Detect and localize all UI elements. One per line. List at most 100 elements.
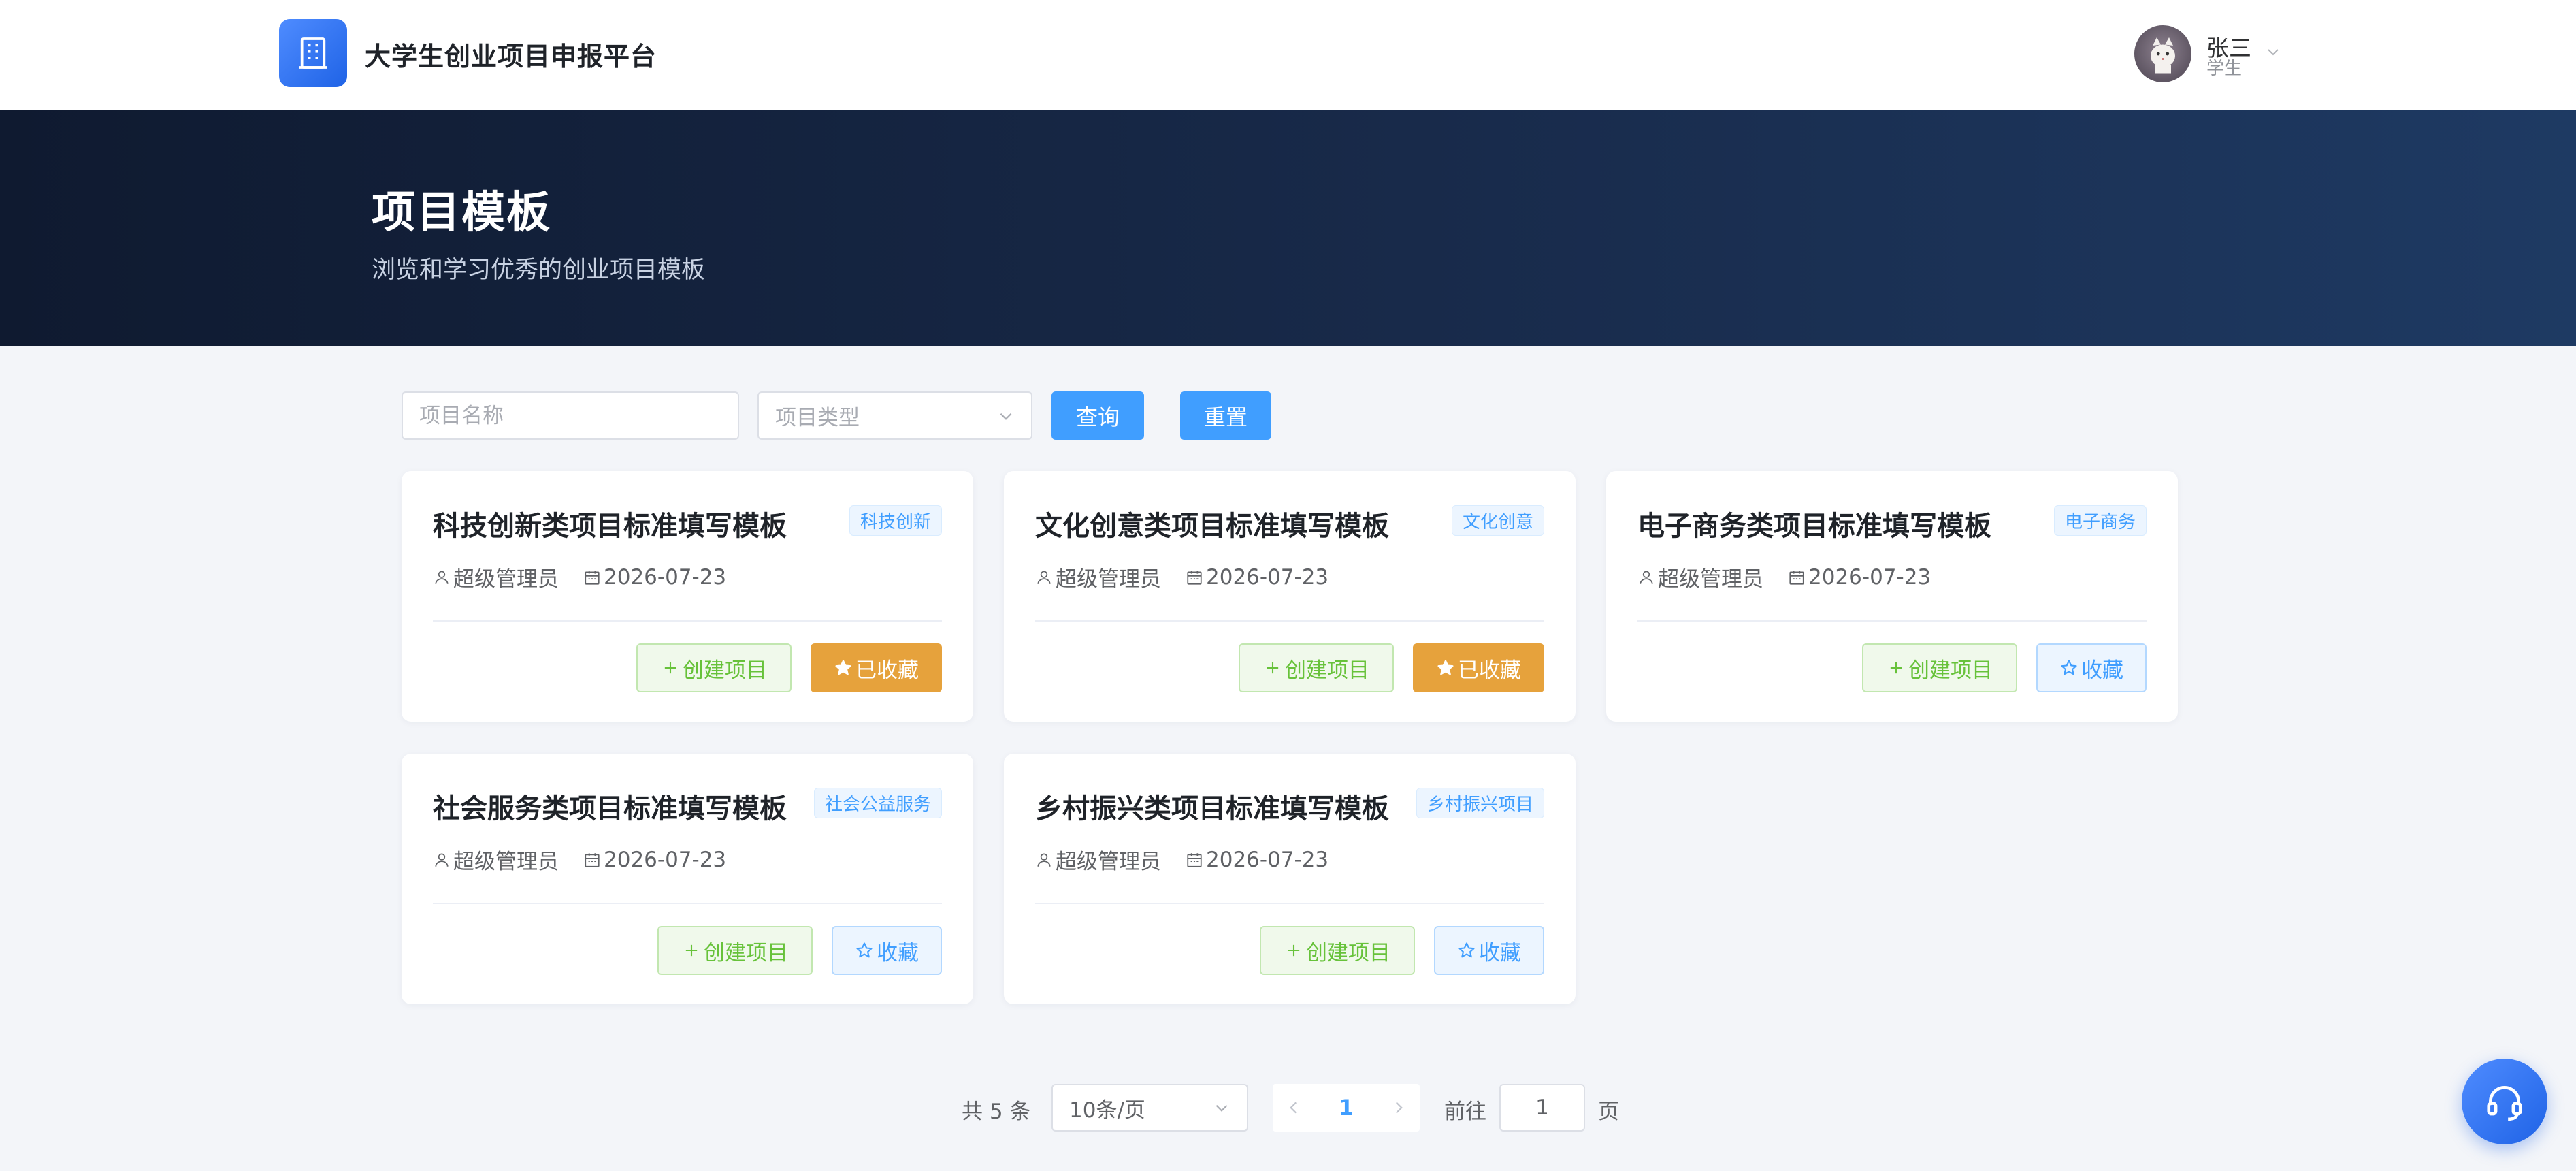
favorite-button[interactable]: 已收藏: [811, 643, 942, 692]
page-title: 项目模板: [372, 188, 551, 238]
create-project-button[interactable]: 创建项目: [1239, 643, 1394, 692]
cat-avatar-icon: [2151, 37, 2175, 74]
category-tag: 文化创意: [1451, 505, 1544, 536]
author-meta: 超级管理员: [433, 844, 559, 875]
brand-title: 大学生创业项目申报平台: [365, 42, 657, 71]
calendar-icon: [1187, 852, 1202, 867]
author-meta: 超级管理员: [1035, 562, 1161, 592]
created-date: 2026-07-23: [1206, 847, 1329, 872]
page-number-current[interactable]: 1: [1339, 1095, 1354, 1121]
date-meta: 2026-07-23: [583, 848, 726, 872]
card-meta: 超级管理员 2026-07-23: [1637, 562, 1955, 592]
customer-support-button[interactable]: [2462, 1059, 2547, 1144]
favorite-button[interactable]: 收藏: [832, 926, 942, 975]
date-meta: 2026-07-23: [583, 565, 726, 590]
goto-label: 前往: [1444, 1100, 1486, 1124]
template-card[interactable]: 社会服务类项目标准填写模板 社会公益服务超级管理员 2026-07-23 创建项目 收藏: [402, 754, 973, 1004]
author-meta: 超级管理员: [1035, 844, 1161, 875]
create-project-label: 创建项目: [1285, 658, 1369, 683]
pager: 1: [1273, 1084, 1420, 1132]
author-name: 超级管理员: [1056, 567, 1161, 592]
create-project-button[interactable]: 创建项目: [1260, 926, 1415, 975]
chevron-down-icon: [1216, 1104, 1228, 1112]
page-size-value: 10条/页: [1069, 1097, 1145, 1123]
avatar[interactable]: [2134, 25, 2191, 82]
date-meta: 2026-07-23: [1788, 565, 1931, 590]
chevron-down-icon: [1000, 413, 1012, 420]
created-date: 2026-07-23: [604, 564, 727, 590]
card-meta: 超级管理员 2026-07-23: [1035, 844, 1353, 875]
user-icon: [1037, 570, 1051, 584]
category-tag: 社会公益服务: [813, 788, 942, 818]
project-type-select[interactable]: 项目类型: [757, 391, 1032, 440]
user-role: 学生: [2206, 59, 2243, 79]
user-icon: [435, 570, 449, 584]
card-divider: [1035, 903, 1544, 904]
star-icon: [2059, 658, 2078, 677]
template-card[interactable]: 电子商务类项目标准填写模板 电子商务超级管理员 2026-07-23 创建项目 收藏: [1606, 471, 2178, 722]
author-name: 超级管理员: [453, 850, 559, 874]
star-icon: [834, 658, 853, 677]
author-meta: 超级管理员: [1637, 562, 1763, 592]
page-subtitle: 浏览和学习优秀的创业项目模板: [372, 257, 706, 284]
reset-button[interactable]: 重置: [1180, 391, 1271, 440]
create-project-button[interactable]: 创建项目: [636, 643, 792, 692]
create-project-label: 创建项目: [683, 658, 767, 683]
card-divider: [1035, 620, 1544, 622]
plus-icon: [1284, 941, 1303, 960]
created-date: 2026-07-23: [1206, 564, 1329, 590]
card-title[interactable]: 乡村振兴类项目标准填写模板: [1035, 786, 1389, 826]
page-size-select[interactable]: 10条/页: [1051, 1084, 1248, 1132]
card-meta: 超级管理员 2026-07-23: [433, 844, 751, 875]
card-meta: 超级管理员 2026-07-23: [433, 562, 751, 592]
page-unit-label: 页: [1598, 1100, 1619, 1124]
card-actions: 创建项目 已收藏: [636, 643, 942, 692]
template-card[interactable]: 文化创意类项目标准填写模板 文化创意超级管理员 2026-07-23 创建项目 已收藏: [1004, 471, 1576, 722]
star-icon: [1457, 941, 1476, 960]
create-project-label: 创建项目: [704, 940, 788, 965]
card-actions: 创建项目 已收藏: [1239, 643, 1544, 692]
plus-icon: [661, 658, 680, 677]
chevron-down-icon[interactable]: [2265, 44, 2281, 63]
created-date: 2026-07-23: [604, 847, 727, 872]
star-icon: [855, 941, 874, 960]
pagination-total: 共 5 条: [962, 1100, 1031, 1124]
favorite-button[interactable]: 收藏: [1434, 926, 1544, 975]
card-title[interactable]: 社会服务类项目标准填写模板: [433, 786, 787, 826]
prev-page-icon[interactable]: [1285, 1099, 1303, 1117]
category-tag: 科技创新: [849, 505, 942, 536]
favorite-label: 已收藏: [855, 658, 919, 683]
calendar-icon: [585, 852, 600, 867]
query-button[interactable]: 查询: [1051, 391, 1144, 440]
date-meta: 2026-07-23: [1186, 565, 1328, 590]
calendar-icon: [1789, 570, 1804, 585]
next-page-icon[interactable]: [1390, 1099, 1407, 1117]
author-name: 超级管理员: [1056, 850, 1161, 874]
calendar-icon: [1187, 570, 1202, 585]
template-card[interactable]: 科技创新类项目标准填写模板 科技创新超级管理员 2026-07-23 创建项目 已收藏: [402, 471, 973, 722]
category-tag: 乡村振兴项目: [1416, 788, 1544, 818]
card-title[interactable]: 科技创新类项目标准填写模板: [433, 504, 787, 543]
favorite-label: 收藏: [2081, 658, 2123, 683]
card-title[interactable]: 电子商务类项目标准填写模板: [1637, 504, 1991, 543]
user-icon: [435, 852, 449, 867]
card-divider: [433, 620, 942, 622]
goto-page-input[interactable]: [1499, 1084, 1585, 1132]
favorite-label: 已收藏: [1458, 658, 1521, 683]
card-actions: 创建项目 收藏: [1862, 643, 2147, 692]
favorite-button[interactable]: 已收藏: [1413, 643, 1544, 692]
create-project-button[interactable]: 创建项目: [1862, 643, 2017, 692]
project-type-placeholder: 项目类型: [775, 406, 860, 430]
project-name-input[interactable]: [402, 391, 739, 440]
logo[interactable]: [279, 19, 347, 87]
create-project-label: 创建项目: [1306, 940, 1390, 965]
card-title[interactable]: 文化创意类项目标准填写模板: [1035, 504, 1389, 543]
template-card[interactable]: 乡村振兴类项目标准填写模板 乡村振兴项目超级管理员 2026-07-23 创建项目 收藏: [1004, 754, 1576, 1004]
author-meta: 超级管理员: [433, 562, 559, 592]
user-icon: [1640, 570, 1653, 584]
plus-icon: [682, 941, 701, 960]
favorite-button[interactable]: 收藏: [2036, 643, 2147, 692]
category-tag: 电子商务: [2053, 505, 2147, 536]
create-project-button[interactable]: 创建项目: [657, 926, 813, 975]
author-name: 超级管理员: [453, 567, 559, 592]
